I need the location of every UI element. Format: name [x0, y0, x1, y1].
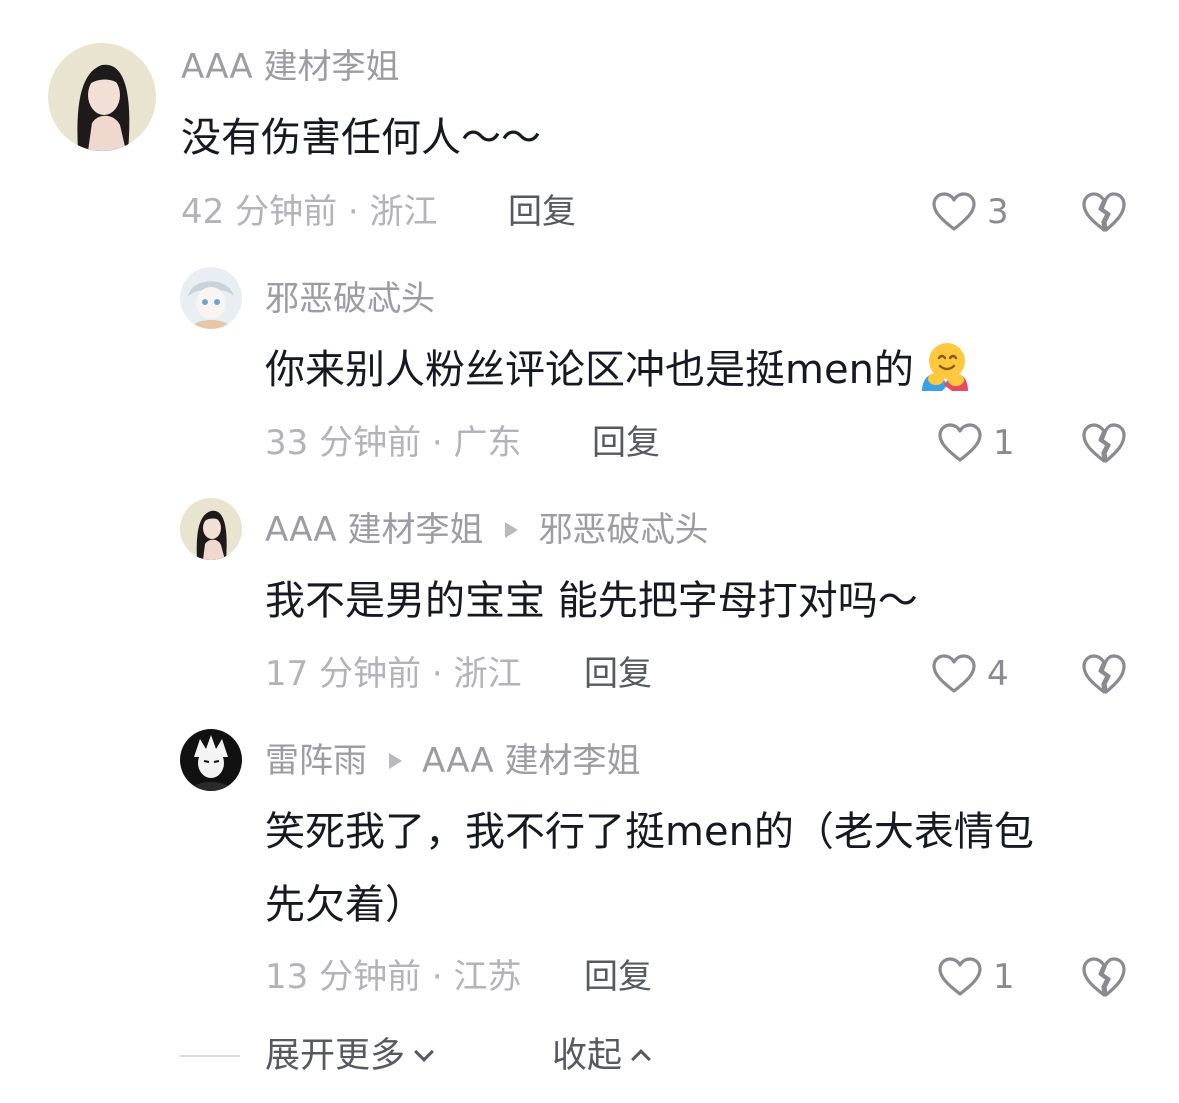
reply-arrow-icon: [389, 752, 402, 769]
comment-text: 没有伤害任何人～～: [181, 115, 541, 161]
heart-icon: [932, 654, 976, 693]
comment-username: AAA 建材李姐 邪恶破忒头: [265, 510, 708, 550]
expand-more-label: 展开更多: [265, 1036, 406, 1076]
comment-username[interactable]: AAA 建材李姐: [181, 47, 399, 87]
divider: [180, 1055, 240, 1057]
comment-text-line-1: 笑死我了，我不行了挺men的（老大表情包: [265, 809, 1034, 855]
reply-button[interactable]: 回复: [584, 654, 652, 694]
avatar[interactable]: [180, 267, 242, 329]
collapse-label: 收起: [552, 1036, 623, 1076]
comment-time-location: 17 分钟前 · 浙江: [265, 654, 522, 694]
reply-to-username[interactable]: AAA 建材李姐: [422, 741, 640, 781]
broken-heart-icon: [1082, 423, 1126, 463]
like-button[interactable]: 1: [937, 954, 1015, 1000]
heart-icon: [932, 192, 976, 231]
chevron-down-icon: [414, 1042, 434, 1062]
girl-avatar-image: [48, 43, 156, 151]
dislike-button[interactable]: [1080, 420, 1128, 466]
manga-avatar-image: [180, 729, 242, 791]
reply-button[interactable]: 回复: [508, 192, 576, 232]
comment-time-location: 42 分钟前 · 浙江: [181, 192, 438, 232]
avatar[interactable]: [180, 498, 242, 560]
dislike-button[interactable]: [1080, 189, 1128, 235]
broken-heart-icon: [1082, 654, 1126, 694]
like-count: 1: [993, 423, 1015, 463]
hugging-face-emoji: [921, 343, 968, 391]
username-link[interactable]: AAA 建材李姐: [265, 510, 483, 550]
chevron-up-icon: [631, 1049, 651, 1069]
avatar[interactable]: [48, 43, 156, 151]
heart-icon: [938, 423, 982, 462]
reply-button[interactable]: 回复: [592, 423, 660, 463]
comment-time-location: 13 分钟前 · 江苏: [265, 957, 522, 997]
comment-text: 你来别人粉丝评论区冲也是挺men的: [265, 335, 972, 405]
comment-text-line-2: 先欠着）: [265, 882, 425, 928]
reply-to-username[interactable]: 邪恶破忒头: [538, 510, 708, 550]
like-count: 3: [987, 192, 1009, 232]
dislike-button[interactable]: [1080, 954, 1128, 1000]
like-count: 1: [993, 957, 1015, 997]
comment-text-content: 你来别人粉丝评论区冲也是挺men的: [265, 347, 914, 393]
collapse-button[interactable]: 收起: [552, 1036, 651, 1076]
dislike-button[interactable]: [1080, 651, 1128, 697]
reply-button[interactable]: 回复: [584, 957, 652, 997]
heart-icon: [938, 957, 982, 996]
expand-more-button[interactable]: 展开更多: [265, 1036, 434, 1076]
like-button[interactable]: 1: [937, 420, 1015, 466]
like-button[interactable]: 3: [931, 189, 1009, 235]
username-link[interactable]: 雷阵雨: [265, 741, 367, 781]
like-button[interactable]: 4: [931, 651, 1009, 697]
like-count: 4: [987, 654, 1009, 694]
avatar[interactable]: [180, 729, 242, 791]
anime-avatar-image: [180, 267, 242, 329]
comment-text: 我不是男的宝宝 能先把字母打对吗～: [265, 578, 918, 624]
girl-avatar-image: [180, 498, 242, 560]
comment-time-location: 33 分钟前 · 广东: [265, 423, 522, 463]
comment-username[interactable]: 邪恶破忒头: [265, 279, 435, 319]
broken-heart-icon: [1082, 192, 1126, 232]
broken-heart-icon: [1082, 957, 1126, 997]
reply-arrow-icon: [505, 521, 519, 538]
comment-username: 雷阵雨 AAA 建材李姐: [265, 741, 640, 781]
